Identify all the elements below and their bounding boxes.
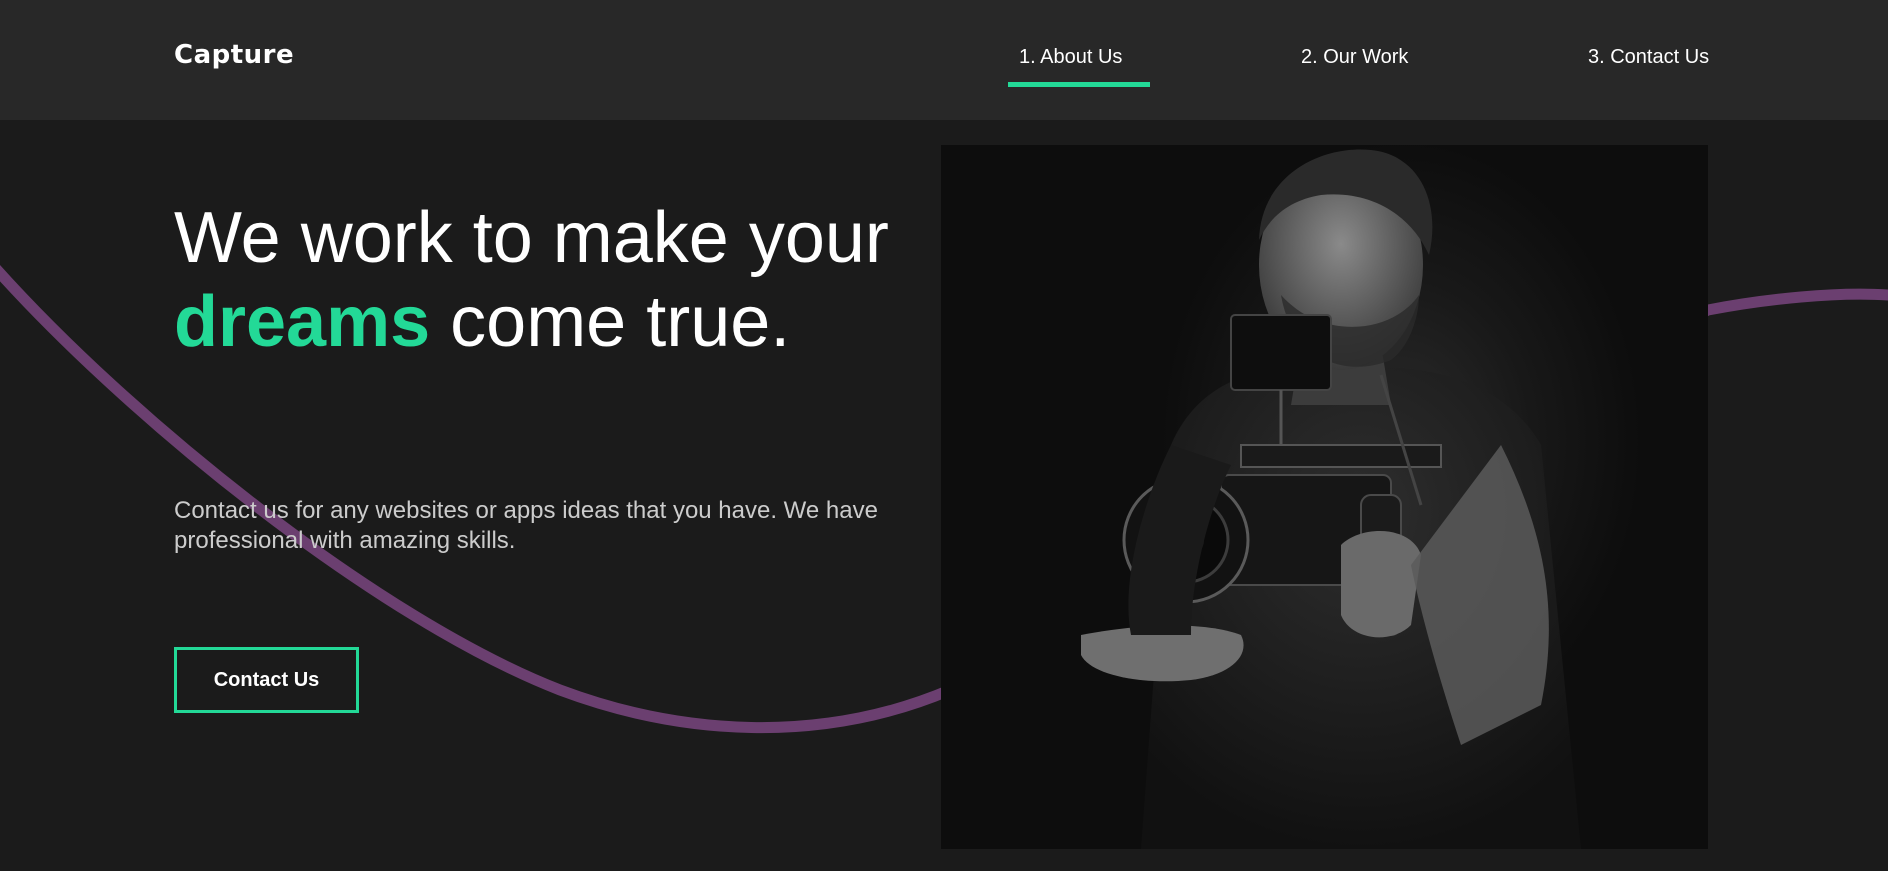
hero-title-highlight: dreams (174, 282, 431, 362)
photographer-illustration (1081, 149, 1581, 849)
nav-item-contact-us[interactable]: 3. Contact Us (1588, 46, 1709, 69)
logo[interactable]: Capture (174, 40, 294, 70)
navbar: Capture 1. About Us 2. Our Work 3. Conta… (0, 0, 1888, 120)
active-nav-indicator (1008, 82, 1150, 87)
contact-us-button[interactable]: Contact Us (174, 647, 359, 713)
nav-item-our-work[interactable]: 2. Our Work (1301, 46, 1408, 69)
hero-title: We work to make your dreams come true. (174, 196, 934, 364)
hero-title-start: We work to make your (174, 198, 889, 278)
hero-description: Contact us for any websites or apps idea… (174, 497, 878, 554)
landing-page: Capture 1. About Us 2. Our Work 3. Conta… (0, 0, 1888, 871)
nav-item-about-us[interactable]: 1. About Us (1019, 46, 1122, 69)
hero-title-end: come true. (430, 282, 791, 362)
hero-photo (941, 145, 1708, 849)
